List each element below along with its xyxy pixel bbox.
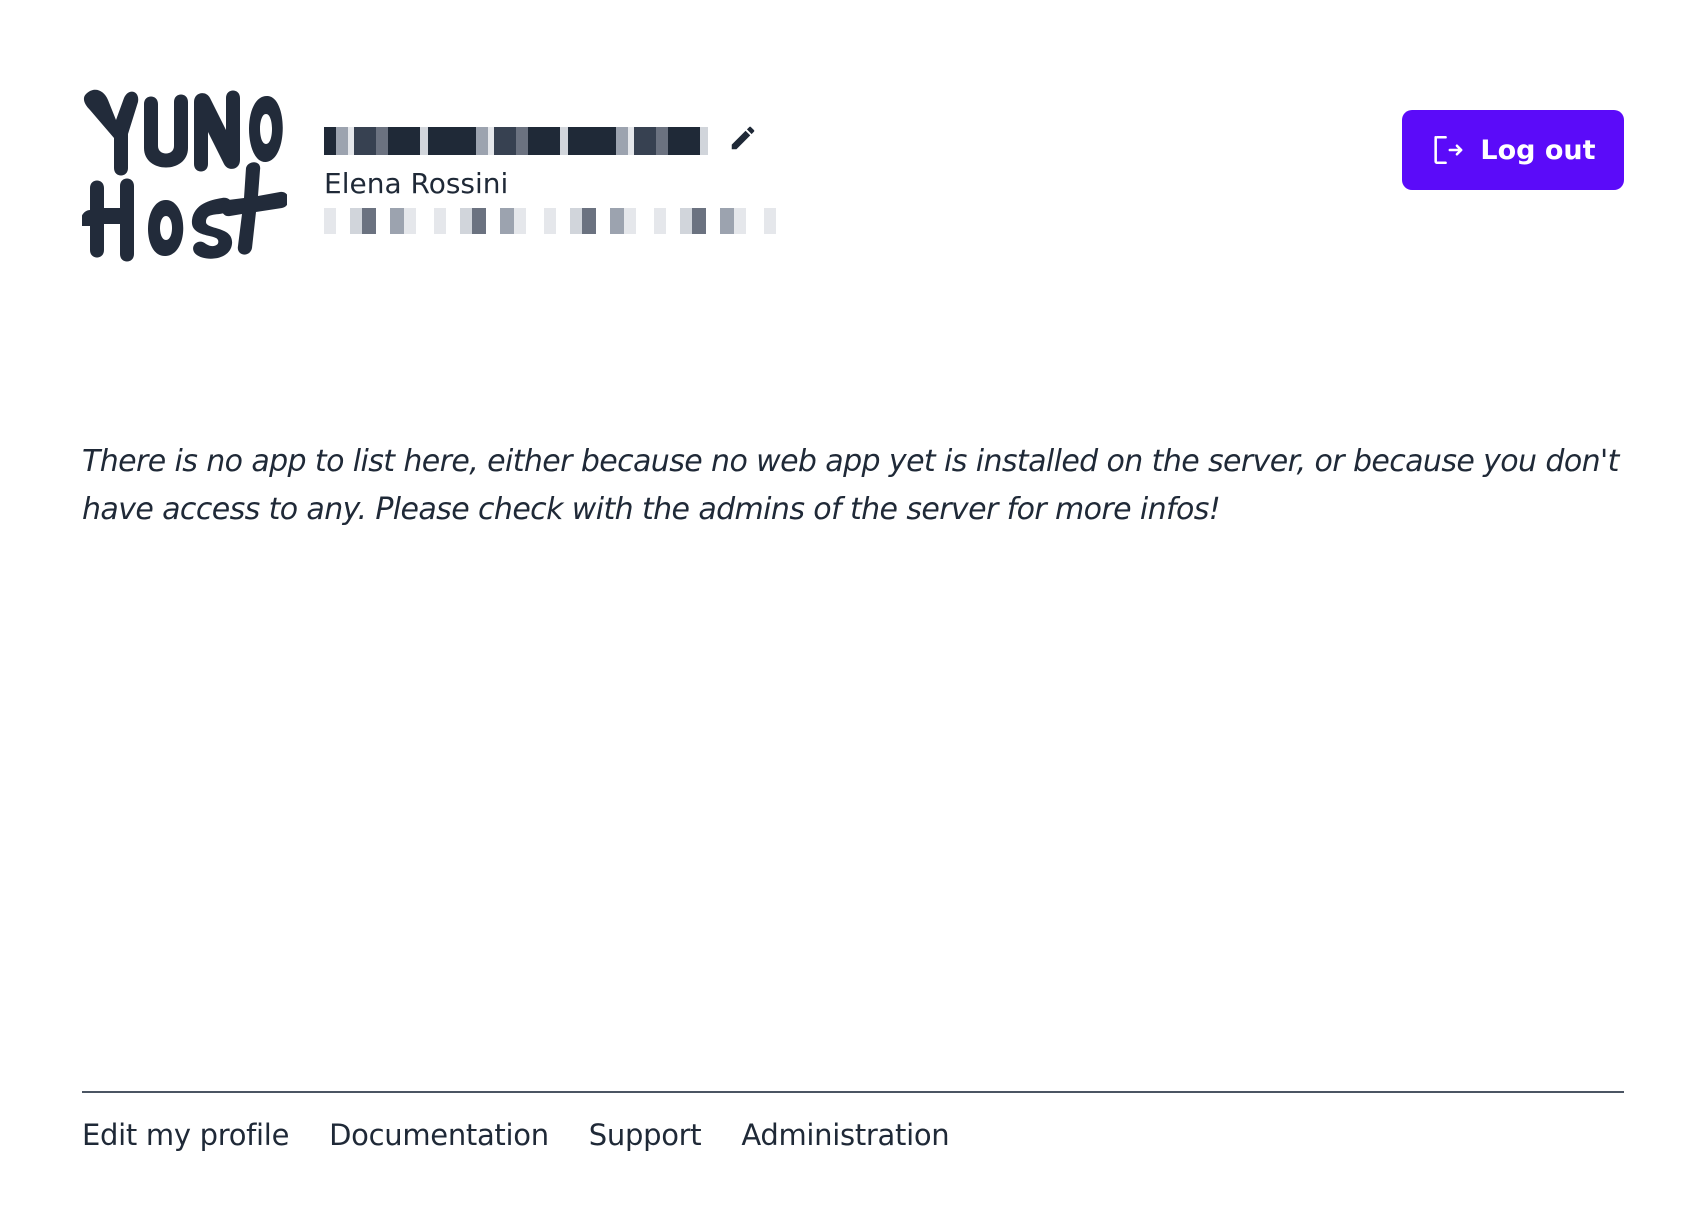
pencil-icon (731, 126, 755, 150)
username-row: ██████████████ (324, 116, 760, 160)
username: ██████████████ (324, 127, 708, 155)
yunohost-logo[interactable] (82, 84, 287, 266)
logout-button[interactable]: Log out (1402, 110, 1624, 190)
logout-label: Log out (1480, 134, 1596, 166)
header: ██████████████ Elena Rossini ███████████… (82, 84, 1624, 274)
footer-link-administration[interactable]: Administration (741, 1115, 949, 1155)
logout-icon (1434, 135, 1463, 165)
user-fullname: Elena Rossini (324, 167, 509, 200)
footer-link-support[interactable]: Support (589, 1115, 702, 1155)
footer-link-edit-profile[interactable]: Edit my profile (82, 1115, 289, 1155)
user-email: ████████████████████ (324, 208, 790, 234)
user-info: ██████████████ Elena Rossini ███████████… (324, 116, 884, 236)
edit-profile-button[interactable] (726, 121, 760, 155)
no-apps-message: There is no app to list here, either bec… (82, 444, 1619, 527)
footer-link-documentation[interactable]: Documentation (329, 1115, 549, 1155)
footer-nav: Edit my profile Documentation Support Ad… (82, 1091, 1624, 1155)
yunohost-logo-graphic (82, 89, 287, 262)
portal-page: ██████████████ Elena Rossini ███████████… (82, 0, 1624, 1218)
